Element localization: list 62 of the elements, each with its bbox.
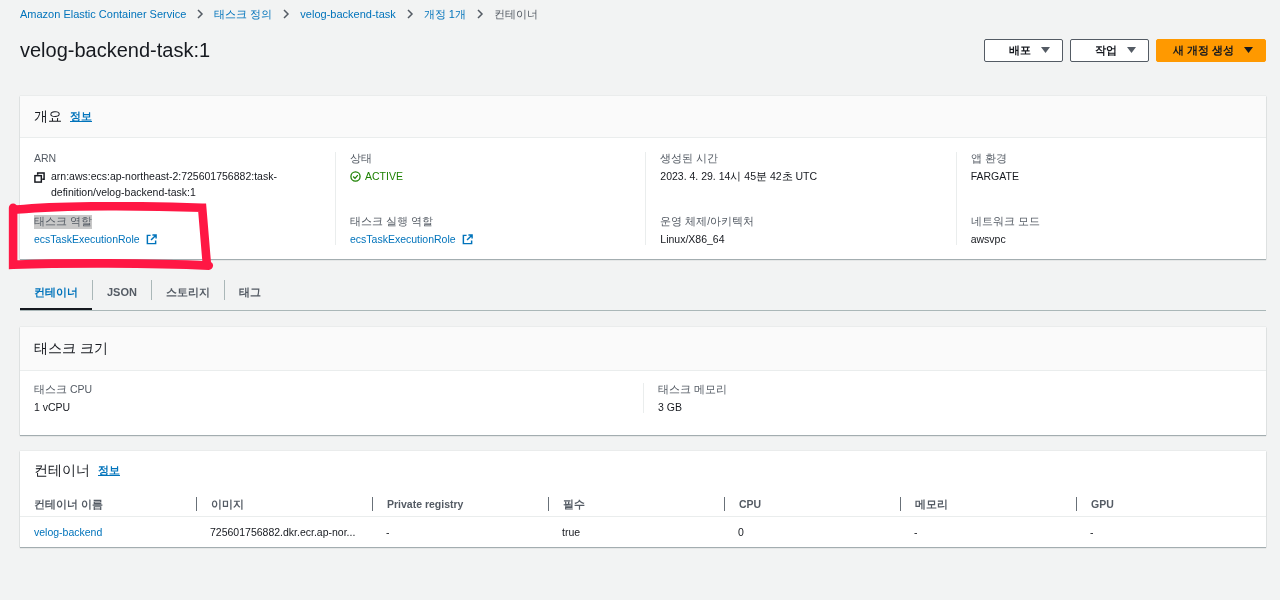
field-label: 앱 환경 xyxy=(970,152,1007,166)
status-value: ACTIVE xyxy=(365,170,403,182)
panel-title: 태스크 크기 xyxy=(34,339,108,358)
action-button[interactable]: 배포 xyxy=(983,38,1063,62)
panel-title: 컨테이너 xyxy=(34,462,90,480)
panel-title: 개요 xyxy=(34,107,62,126)
role-link[interactable]: ecsTaskExecutionRole xyxy=(350,233,456,245)
info-link[interactable]: 정보 xyxy=(98,464,120,478)
field-label: 태스크 CPU xyxy=(34,383,93,397)
field-value: 3 GB xyxy=(658,401,683,413)
column-header: CPU xyxy=(724,496,914,511)
table-cell-text: 725601756882.dkr.ecr.ap-nor... xyxy=(210,526,357,538)
field-value: awsvpc xyxy=(970,233,1007,245)
tab[interactable]: JSON xyxy=(93,276,151,310)
external-link-icon xyxy=(145,233,157,245)
field-label: 상태 xyxy=(350,152,372,166)
table-cell-text: 0 xyxy=(738,526,745,538)
field-value: 2023. 4. 29. 14시 45분 42초 UTC xyxy=(660,170,819,184)
field-label: 태스크 역할 xyxy=(34,215,92,229)
table-cell-text: - xyxy=(386,526,391,538)
caret-icon xyxy=(1126,47,1136,53)
action-button[interactable]: 작업 xyxy=(1069,38,1149,62)
field-label: 네트워크 모드 xyxy=(970,215,1040,229)
breadcrumb-link[interactable]: 개정 1개 xyxy=(423,6,466,22)
column-header: 메모리 xyxy=(900,496,1090,511)
check-circle-icon xyxy=(350,170,361,182)
field-label: 생성된 시간 xyxy=(660,152,719,166)
field-value: FARGATE xyxy=(970,170,1020,182)
copy-icon[interactable] xyxy=(34,172,45,183)
field-value: 1 vCPU xyxy=(34,401,72,413)
chevron-right-icon xyxy=(282,9,291,19)
field-label: ARN xyxy=(34,152,57,164)
chevron-right-icon xyxy=(196,9,205,19)
chevron-right-icon xyxy=(405,9,414,19)
current-page-label[interactable]: 컨테이너 xyxy=(493,6,538,22)
column-header: GPU xyxy=(1076,496,1266,511)
chevron-right-icon xyxy=(475,9,484,19)
column-header: 컨테이너 이름 xyxy=(34,496,104,511)
info-link[interactable]: 정보 xyxy=(70,109,92,124)
table-cell-text: - xyxy=(914,526,919,538)
page-title: velog-backend-task:1 xyxy=(20,38,211,62)
breadcrumb-link[interactable]: Amazon Elastic Container Service xyxy=(20,8,187,20)
field-label: 태스크 실행 역할 xyxy=(350,215,433,229)
field-label: 태스크 메모리 xyxy=(658,383,727,397)
container-link[interactable]: velog-backend xyxy=(34,526,210,538)
table-cell-text: true xyxy=(562,526,582,538)
tab[interactable]: 스토리지 xyxy=(151,276,224,310)
tab[interactable]: 태그 xyxy=(224,276,275,310)
caret-icon xyxy=(1040,47,1050,53)
arn-value: arn:aws:ecs:ap-northeast-2:725601756882:task-definition/velog-backend-task:1 xyxy=(51,169,278,200)
field-label: 운영 체제/아키텍처 xyxy=(660,215,755,229)
role-link[interactable]: ecsTaskExecutionRole xyxy=(34,233,140,245)
column-header: Private registry xyxy=(372,496,562,511)
column-header: 필수 xyxy=(548,496,738,511)
column-header: 이미지 xyxy=(196,496,386,511)
breadcrumb-link[interactable]: 태스크 정의 xyxy=(214,6,273,22)
caret-icon xyxy=(1244,47,1253,53)
breadcrumb-link[interactable]: velog-backend-task xyxy=(300,8,396,20)
field-value: Linux/X86_64 xyxy=(660,233,726,245)
action-button[interactable]: 새 개정 생성 xyxy=(1155,38,1266,62)
table-cell-text: - xyxy=(1090,526,1095,538)
external-link-icon xyxy=(461,233,473,245)
